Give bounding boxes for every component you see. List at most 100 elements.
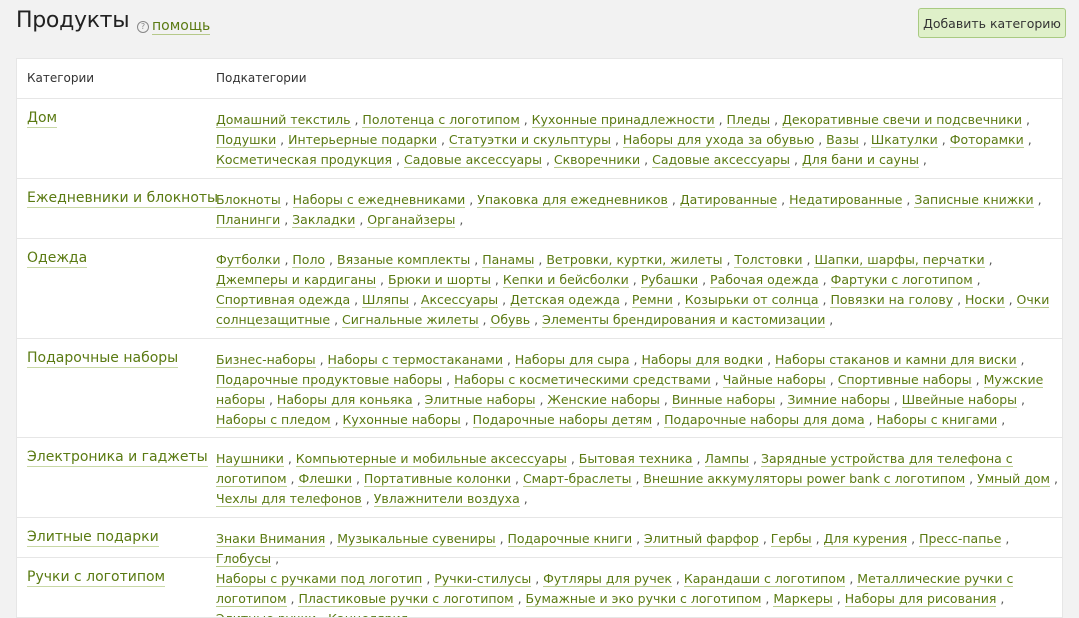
subcategory-link[interactable]: Вазы — [826, 132, 859, 148]
subcategory-link[interactable]: Спортивная одежда — [216, 292, 351, 308]
subcategory-link[interactable]: Блокноты — [216, 192, 281, 208]
subcategory-link[interactable]: Бумажные и эко ручки с логотипом — [525, 591, 762, 607]
subcategory-link[interactable]: Закладки — [292, 212, 356, 228]
subcategory-link[interactable]: Знаки Внимания — [216, 531, 326, 547]
subcategory-link[interactable]: Зимние наборы — [787, 392, 890, 408]
subcategory-link[interactable]: Кухонные принадлежности — [531, 112, 715, 128]
subcategory-link[interactable]: Гербы — [770, 531, 812, 547]
subcategory-link[interactable]: Наборы с ручками под логотип — [216, 571, 423, 587]
category-link[interactable]: Электроника и гаджеты — [27, 449, 208, 467]
subcategory-link[interactable]: Элитные ручки — [216, 611, 317, 617]
subcategory-link[interactable]: Декоративные свечи и подсвечники — [782, 112, 1023, 128]
subcategory-link[interactable]: Музыкальные сувениры — [337, 531, 496, 547]
category-link[interactable]: Элитные подарки — [27, 529, 159, 547]
subcategory-link[interactable]: Карандаши с логотипом — [683, 571, 846, 587]
subcategory-link[interactable]: Обувь — [490, 312, 531, 328]
subcategory-link[interactable]: Наборы с косметическими средствами — [454, 372, 711, 388]
subcategory-link[interactable]: Смарт-браслеты — [522, 471, 632, 487]
subcategory-link[interactable]: Планинги — [216, 212, 281, 228]
subcategory-link[interactable]: Шапки, шарфы, перчатки — [814, 252, 985, 268]
category-link[interactable]: Ручки с логотипом — [27, 569, 166, 587]
subcategory-link[interactable]: Пластиковые ручки с логотипом — [298, 591, 514, 607]
subcategory-link[interactable]: Футболки — [216, 252, 281, 268]
category-link[interactable]: Ежедневники и блокноты — [27, 190, 219, 208]
subcategory-link[interactable]: Ручки-стилусы — [434, 571, 532, 587]
subcategory-link[interactable]: Чайные наборы — [722, 372, 826, 388]
subcategory-link[interactable]: Повязки на голову — [830, 292, 954, 308]
subcategory-link[interactable]: Наборы с ежедневниками — [292, 192, 466, 208]
subcategory-link[interactable]: Кепки и бейсболки — [502, 272, 629, 288]
subcategory-link[interactable]: Умный дом — [977, 471, 1050, 487]
subcategory-link[interactable]: Швейные наборы — [901, 392, 1018, 408]
subcategory-link[interactable]: Винные наборы — [671, 392, 776, 408]
subcategory-link[interactable]: Спортивные наборы — [837, 372, 972, 388]
subcategory-link[interactable]: Элитные наборы — [424, 392, 536, 408]
subcategory-link[interactable]: Сигнальные жилеты — [342, 312, 479, 328]
subcategory-link[interactable]: Рабочая одежда — [710, 272, 819, 288]
subcategory-link[interactable]: Статуэтки и скульптуры — [448, 132, 611, 148]
subcategory-link[interactable]: Наушники — [216, 451, 284, 467]
subcategory-link[interactable]: Садовые аксессуары — [404, 152, 542, 168]
subcategory-link[interactable]: Элитный фарфор — [644, 531, 759, 547]
category-link[interactable]: Одежда — [27, 250, 88, 268]
subcategory-link[interactable]: Подарочные продуктовые наборы — [216, 372, 443, 388]
subcategory-link[interactable]: Подушки — [216, 132, 277, 148]
subcategory-link[interactable]: Записные книжки — [914, 192, 1034, 208]
subcategory-link[interactable]: Наборы стаканов и камни для виски — [775, 352, 1017, 368]
subcategory-link[interactable]: Ремни — [631, 292, 673, 308]
category-link[interactable]: Подарочные наборы — [27, 350, 179, 368]
subcategory-link[interactable]: Для бани и сауны — [801, 152, 919, 168]
subcategory-link[interactable]: Вязаные комплекты — [337, 252, 471, 268]
subcategory-link[interactable]: Наборы для коньяка — [276, 392, 413, 408]
subcategory-link[interactable]: Элементы брендирования и кастомизации — [542, 312, 826, 328]
subcategory-link[interactable]: Фоторамки — [949, 132, 1024, 148]
subcategory-link[interactable]: Козырьки от солнца — [684, 292, 819, 308]
add-category-button[interactable]: Добавить категорию — [918, 8, 1066, 38]
subcategory-link[interactable]: Косметическая продукция — [216, 152, 393, 168]
subcategory-link[interactable]: Футляры для ручек — [543, 571, 672, 587]
subcategory-link[interactable]: Интерьерные подарки — [288, 132, 437, 148]
subcategory-link[interactable]: Пресс-папье — [919, 531, 1002, 547]
subcategory-link[interactable]: Ветровки, куртки, жилеты — [546, 252, 723, 268]
subcategory-link[interactable]: Флешки — [298, 471, 352, 487]
subcategory-link[interactable]: Чехлы для телефонов — [216, 491, 362, 507]
subcategory-link[interactable]: Лампы — [704, 451, 750, 467]
subcategory-link[interactable]: Скворечники — [553, 152, 641, 168]
subcategory-link[interactable]: Маркеры — [773, 591, 833, 607]
subcategory-link[interactable]: Пледы — [726, 112, 771, 128]
subcategory-link[interactable]: Канцелярия — [328, 611, 409, 617]
subcategory-link[interactable]: Бизнес-наборы — [216, 352, 316, 368]
subcategory-link[interactable]: Датированные — [679, 192, 778, 208]
subcategory-link[interactable]: Портативные колонки — [363, 471, 512, 487]
subcategory-link[interactable]: Детская одежда — [510, 292, 620, 308]
subcategory-link[interactable]: Шкатулки — [870, 132, 938, 148]
help-link[interactable]: ? помощь — [137, 18, 211, 35]
subcategory-link[interactable]: Кухонные наборы — [342, 412, 461, 428]
subcategory-link[interactable]: Аксессуары — [420, 292, 499, 308]
subcategory-link[interactable]: Бытовая техника — [578, 451, 693, 467]
subcategory-link[interactable]: Наборы для водки — [641, 352, 764, 368]
subcategory-link[interactable]: Подарочные наборы для дома — [664, 412, 865, 428]
subcategory-link[interactable]: Садовые аксессуары — [652, 152, 791, 168]
subcategory-link[interactable]: Органайзеры — [367, 212, 456, 228]
subcategory-link[interactable]: Толстовки — [734, 252, 803, 268]
subcategory-link[interactable]: Фартуки с логотипом — [830, 272, 973, 288]
subcategory-link[interactable]: Носки — [965, 292, 1005, 308]
subcategory-link[interactable]: Наборы для сыра — [514, 352, 630, 368]
subcategory-link[interactable]: Наборы с термостаканами — [327, 352, 503, 368]
subcategory-link[interactable]: Внешние аккумуляторы power bank с логоти… — [643, 471, 966, 487]
subcategory-link[interactable]: Панамы — [482, 252, 535, 268]
subcategory-link[interactable]: Полотенца с логотипом — [362, 112, 520, 128]
subcategory-link[interactable]: Наборы для рисования — [844, 591, 997, 607]
subcategory-link[interactable]: Увлажнители воздуха — [373, 491, 520, 507]
subcategory-link[interactable]: Компьютерные и мобильные аксессуары — [295, 451, 567, 467]
subcategory-link[interactable]: Женские наборы — [547, 392, 660, 408]
subcategory-link[interactable]: Брюки и шорты — [388, 272, 491, 288]
subcategory-link[interactable]: Наборы для ухода за обувью — [622, 132, 815, 148]
subcategory-link[interactable]: Подарочные книги — [507, 531, 633, 547]
subcategory-link[interactable]: Наборы с пледом — [216, 412, 331, 428]
subcategory-link[interactable]: Недатированные — [789, 192, 903, 208]
subcategory-link[interactable]: Для курения — [823, 531, 908, 547]
subcategory-link[interactable]: Домашний текстиль — [216, 112, 351, 128]
subcategory-link[interactable]: Рубашки — [640, 272, 699, 288]
